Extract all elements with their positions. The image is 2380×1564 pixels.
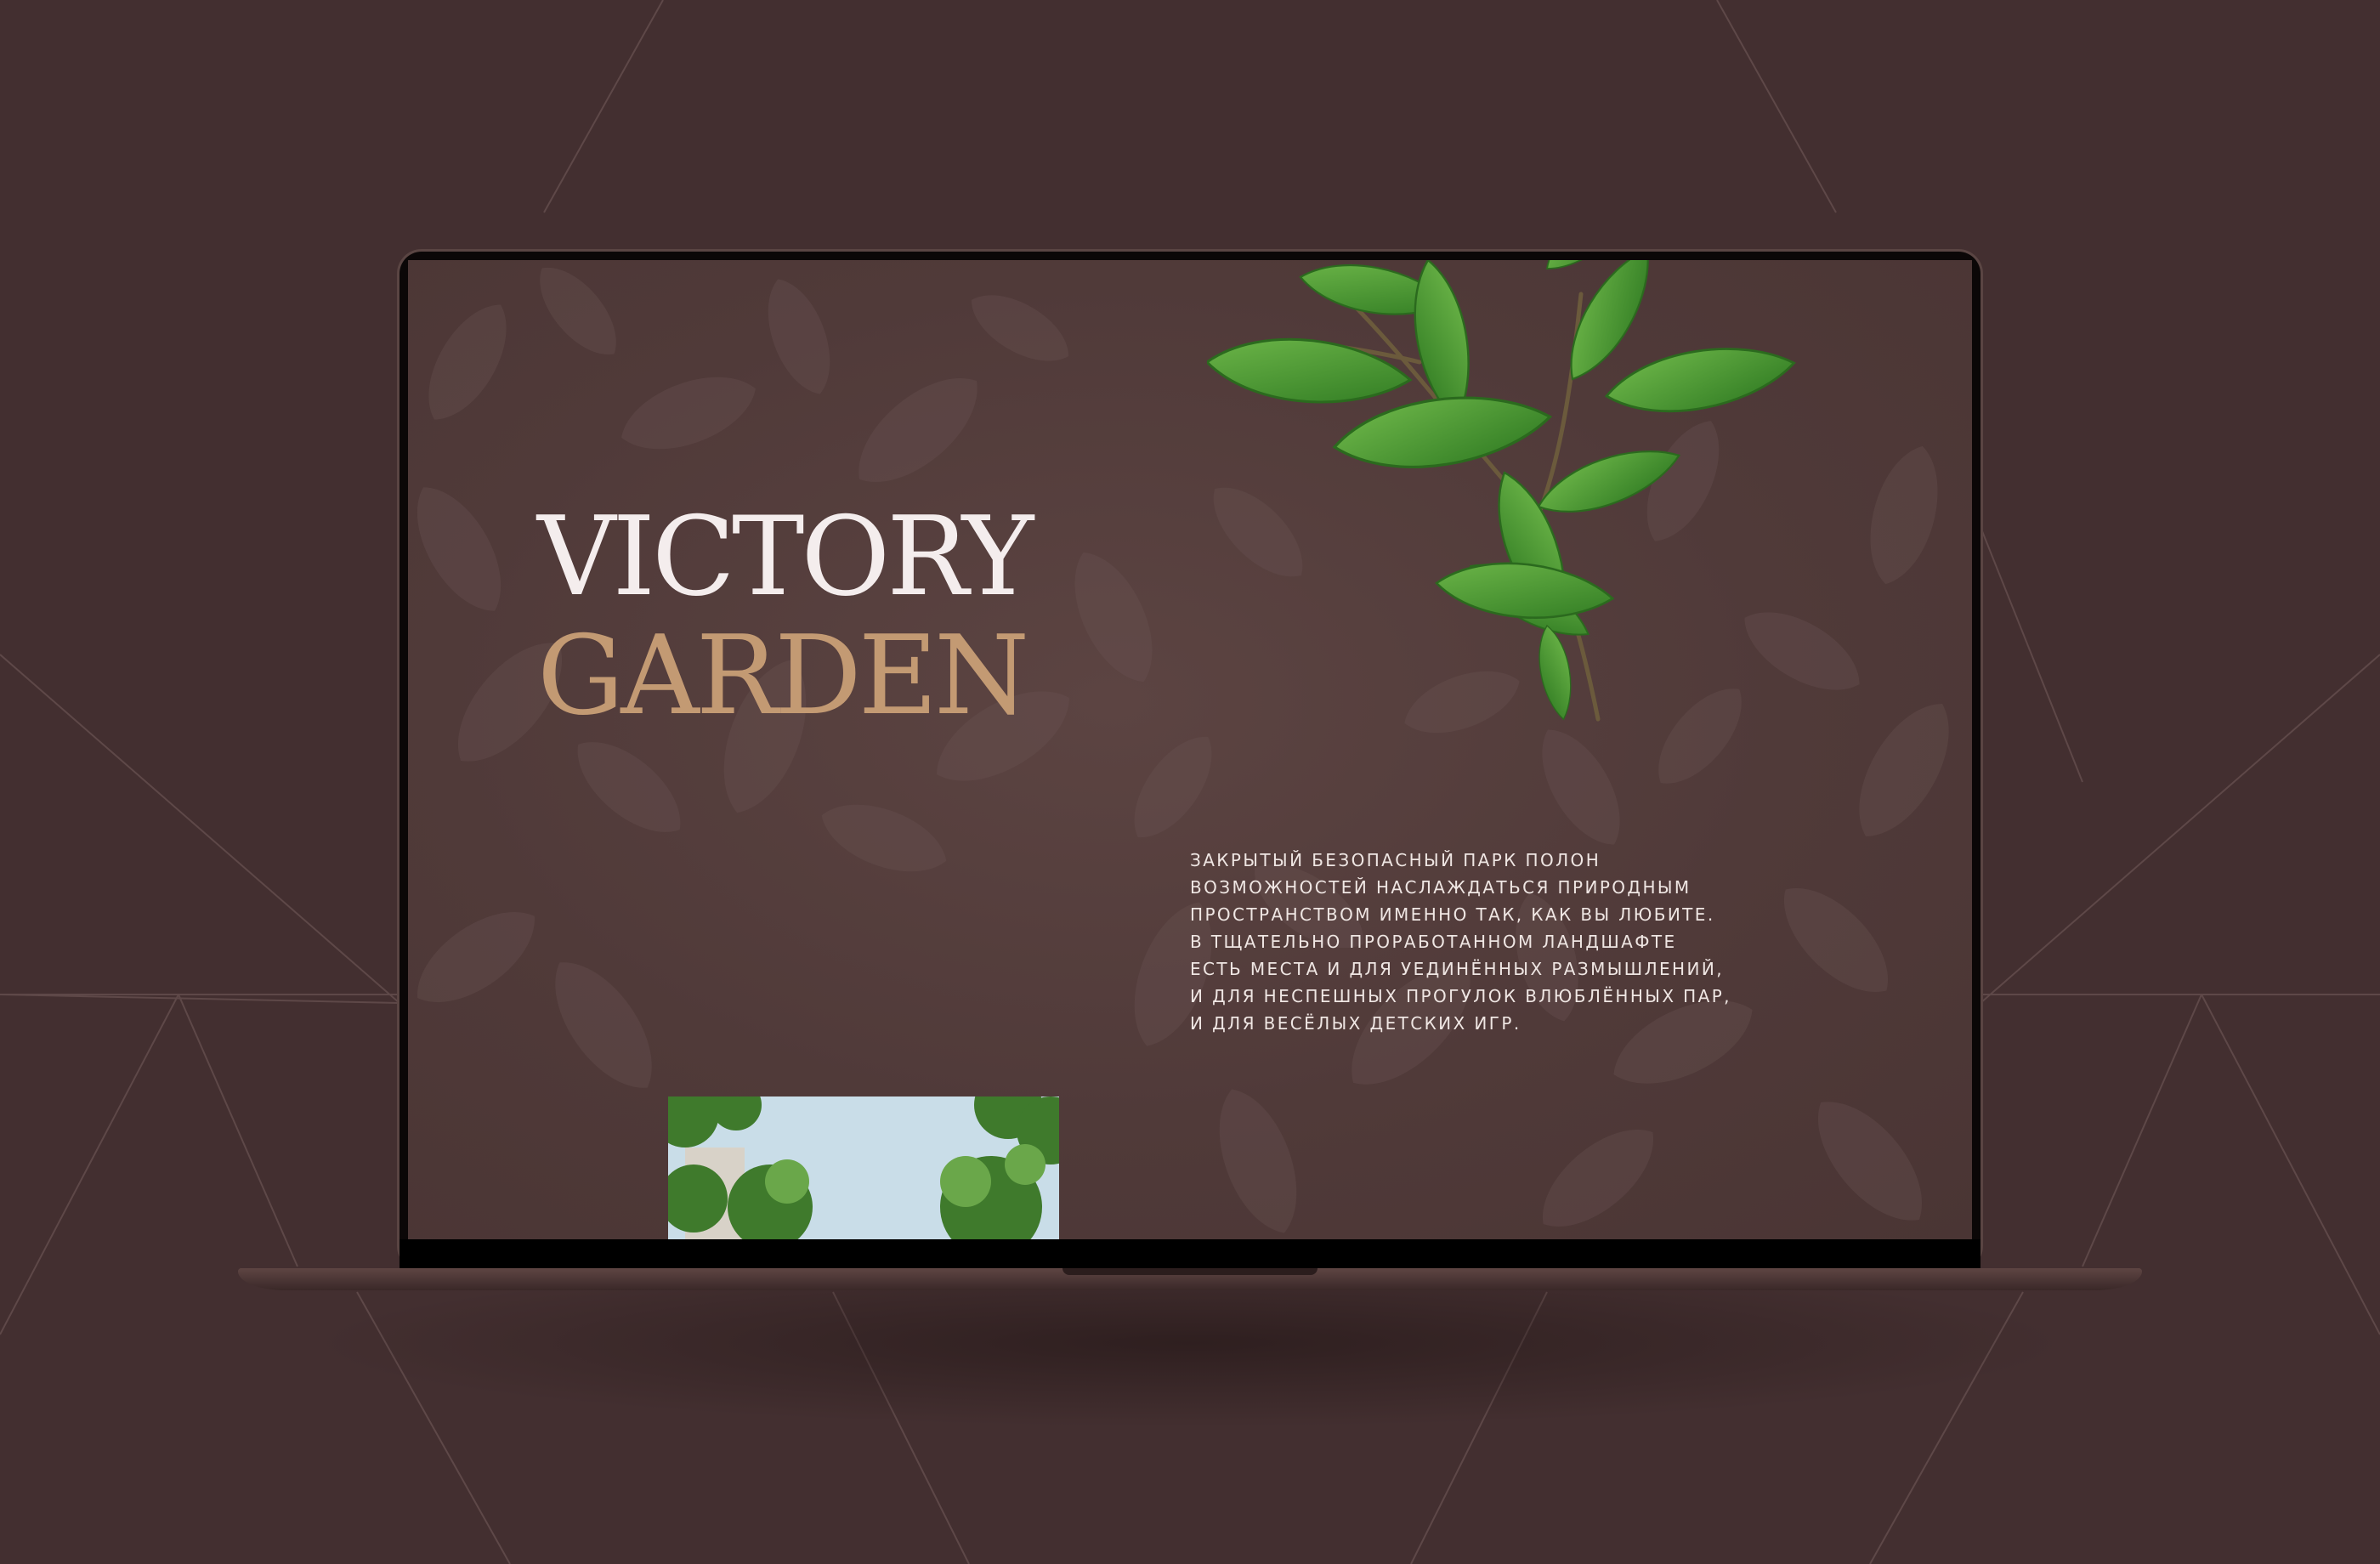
- park-description: ЗАКРЫТЫЙ БЕЗОПАСНЫЙ ПАРК ПОЛОН ВОЗМОЖНОС…: [1190, 847, 1751, 1037]
- laptop-notch: [1062, 1268, 1318, 1275]
- hero-title: VICTORY GARDEN: [537, 494, 1034, 740]
- description-line: ЕСТЬ МЕСТА И ДЛЯ УЕДИНЁННЫХ РАЗМЫШЛЕНИЙ,: [1190, 959, 1724, 979]
- description-line: И ДЛЯ НЕСПЕШНЫХ ПРОГУЛОК ВЛЮБЛЁННЫХ ПАР,: [1190, 986, 1731, 1006]
- description-line: ПРОСТРАНСТВОМ ИМЕННО ТАК, КАК ВЫ ЛЮБИТЕ.: [1190, 904, 1715, 925]
- laptop-bottom-bezel: [400, 1239, 1980, 1268]
- laptop-screen: VICTORY GARDEN ЗАКРЫТЫЙ БЕЗОПАСНЫЙ ПАРК …: [408, 260, 1972, 1239]
- description-line: ЗАКРЫТЫЙ БЕЗОПАСНЫЙ ПАРК ПОЛОН: [1190, 850, 1601, 870]
- park-trees-photo: [668, 1096, 1059, 1239]
- description-line: И ДЛЯ ВЕСЁЛЫХ ДЕТСКИХ ИГР.: [1190, 1013, 1522, 1034]
- description-line: ВОЗМОЖНОСТЕЙ НАСЛАЖДАТЬСЯ ПРИРОДНЫМ: [1190, 877, 1692, 898]
- title-victory: VICTORY: [537, 494, 1034, 620]
- title-garden: GARDEN: [537, 613, 1029, 740]
- green-leaf-branch: [1207, 260, 1800, 722]
- description-line: В ТЩАТЕЛЬНО ПРОРАБОТАННОМ ЛАНДШАФТЕ: [1190, 932, 1677, 952]
